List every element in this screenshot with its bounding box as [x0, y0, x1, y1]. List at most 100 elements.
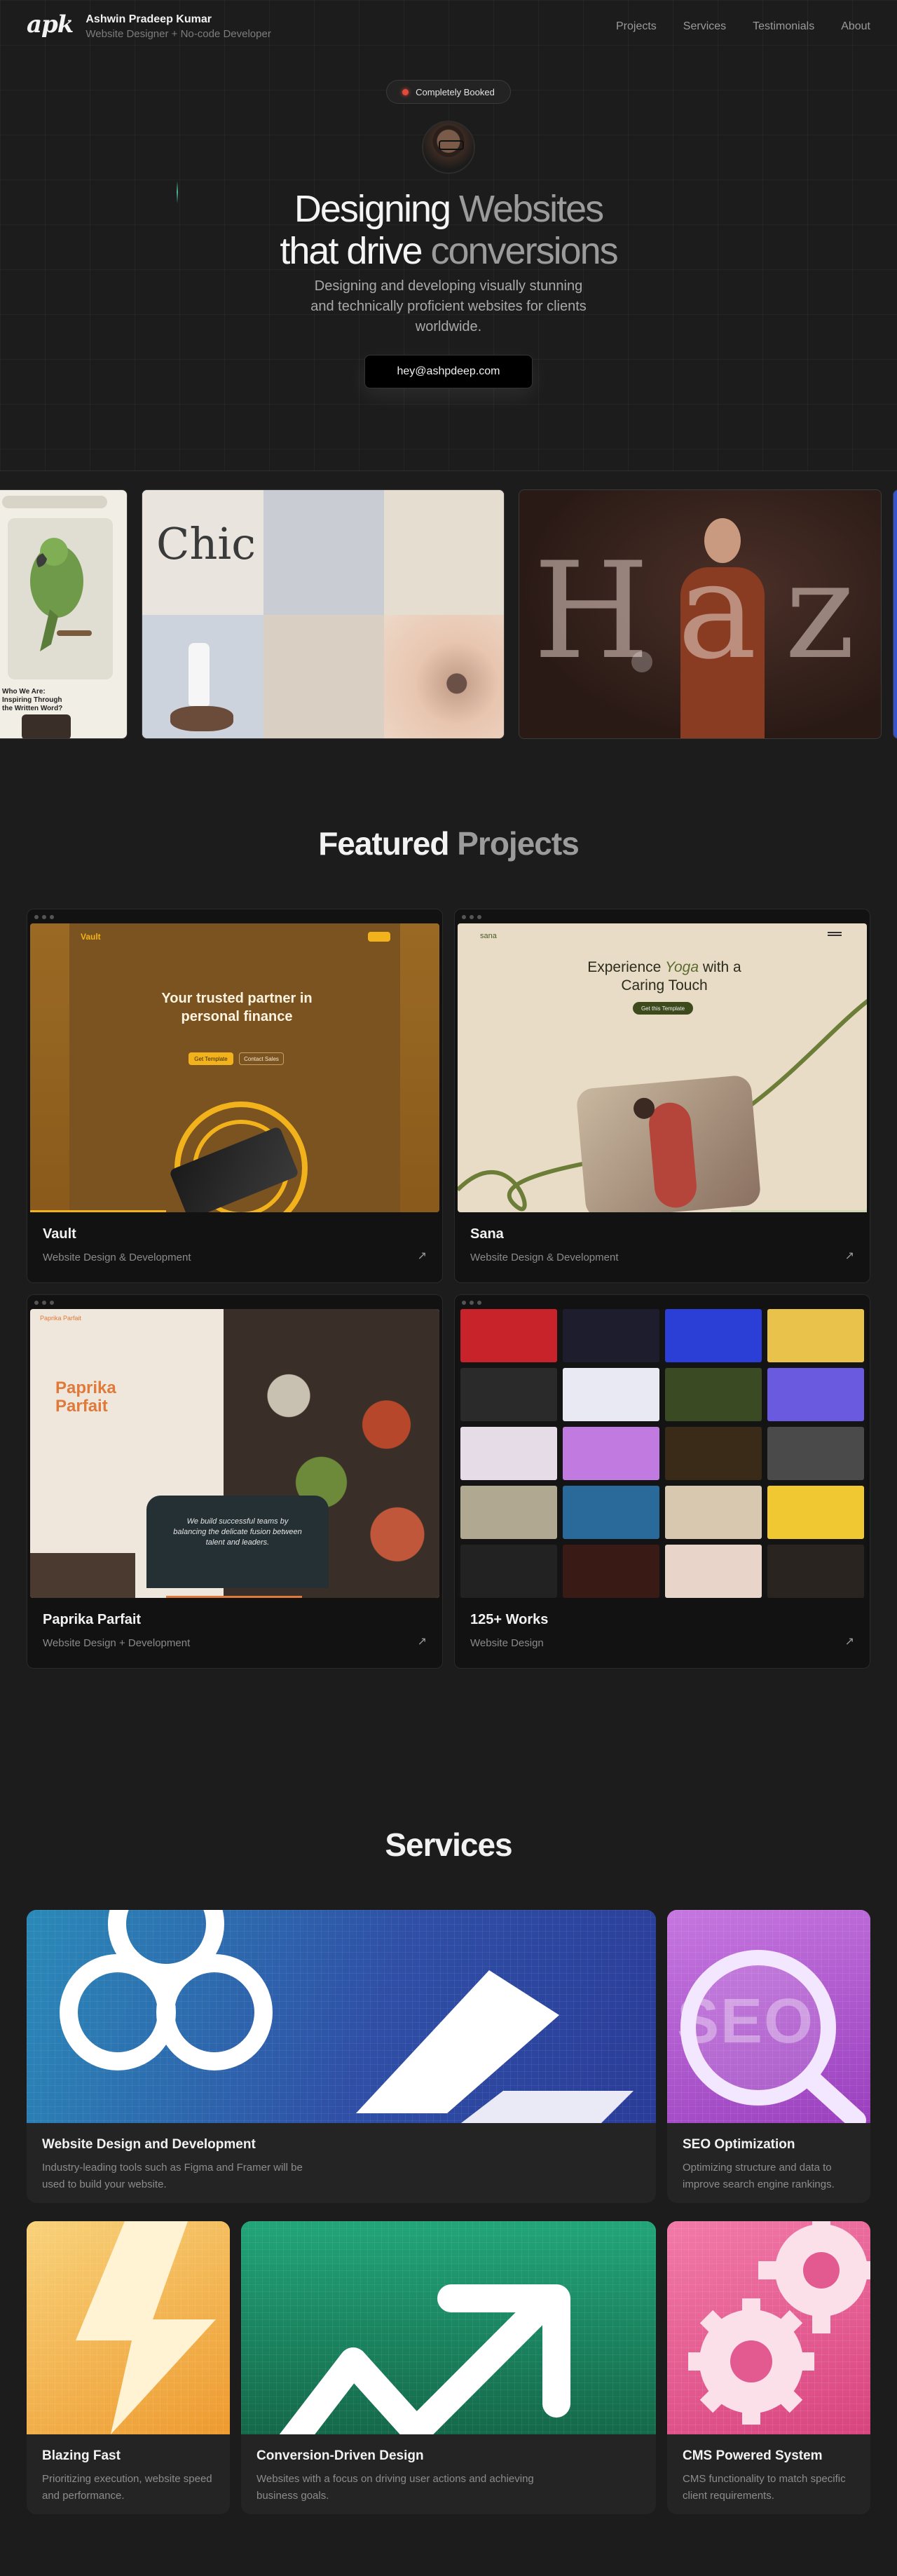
vault-preview: Vault Your trusted partner in personal f… [30, 923, 439, 1212]
service-title: Blazing Fast [42, 2448, 121, 2463]
works-tile [563, 1309, 659, 1362]
works-collage [458, 1309, 867, 1598]
projects-heading-part: Featured [318, 825, 458, 862]
brand-name: Ashwin Pradeep Kumar [85, 13, 212, 25]
service-desc: Optimizing structure and data to improve… [683, 2162, 835, 2190]
shot-bird-title: Who We Are: Inspiring Through the Writte… [2, 688, 63, 712]
project-desc: Website Design [470, 1637, 544, 1649]
hero-title-part-muted: Websites [459, 188, 604, 230]
vault-progress-bar [30, 1210, 166, 1212]
chic-tile [384, 615, 504, 738]
email-cta-button[interactable]: hey@ashpdeep.com [364, 355, 533, 388]
sana-progress-bar [731, 1210, 867, 1212]
showcase-shot-hazel[interactable]: Hazel [519, 489, 882, 739]
service-title: Website Design and Development [42, 2137, 256, 2152]
works-tile [767, 1309, 864, 1362]
project-card-paprika[interactable]: Paprika Parfait Paprika Parfait We build… [27, 1294, 443, 1669]
vault-get-template-button: Get Template [189, 1052, 233, 1065]
vault-signup-button [368, 932, 390, 942]
works-tile [665, 1427, 762, 1480]
service-card-web-design: Website Design and Development Industry-… [27, 1910, 656, 2203]
service-card-cms: CMS Powered System CMS functionality to … [667, 2221, 870, 2514]
nav-link-projects[interactable]: Projects [616, 20, 657, 33]
top-nav: apk Ashwin Pradeep Kumar Website Designe… [0, 0, 897, 53]
chic-logo-text: Chic [156, 518, 256, 569]
vault-brand: Vault [81, 932, 101, 942]
magnifier-icon [680, 1950, 866, 2123]
lightning-bolt-icon [76, 2221, 216, 2434]
works-tile [563, 1368, 659, 1421]
arrow-up-right-icon[interactable]: ↗ [845, 1634, 854, 1648]
works-tile [460, 1368, 557, 1421]
service-title: CMS Powered System [683, 2448, 823, 2463]
logo[interactable]: apk [27, 11, 74, 39]
vault-contact-sales-button: Contact Sales [239, 1052, 284, 1065]
window-dots [462, 915, 481, 919]
seo-art: SEO [667, 1910, 870, 2123]
project-card-works[interactable]: 125+ Works Website Design ↗ [454, 1294, 870, 1669]
hazel-logo-text: Hazel [533, 534, 882, 689]
arrow-up-right-icon[interactable]: ↗ [418, 1249, 427, 1263]
works-tile [767, 1486, 864, 1539]
nav-links: Projects Services Testimonials About [616, 20, 870, 33]
sana-preview: sana Experience Yoga with a Caring Touch… [458, 923, 867, 1212]
service-title: SEO Optimization [683, 2137, 795, 2152]
works-tile [665, 1368, 762, 1421]
paprika-quote: We build successful teams by balancing t… [146, 1496, 329, 1588]
paprika-photo-strip [30, 1553, 135, 1598]
works-tile [767, 1368, 864, 1421]
showcase-shot-bird[interactable]: Who We Are: Inspiring Through the Writte… [0, 489, 128, 739]
showcase-strip: Who We Are: Inspiring Through the Writte… [0, 489, 897, 739]
play-icon[interactable] [631, 651, 652, 672]
project-card-sana[interactable]: sana Experience Yoga with a Caring Touch… [454, 909, 870, 1283]
availability-badge: Completely Booked [386, 80, 511, 104]
arrow-up-right-icon[interactable]: ↗ [418, 1634, 427, 1648]
project-title: Vault [43, 1226, 76, 1242]
chic-tile [263, 490, 385, 615]
works-tile [460, 1545, 557, 1598]
status-dot-icon [402, 88, 409, 95]
showcase-shot-chic[interactable]: Chic [142, 489, 505, 739]
window-dots [34, 915, 54, 919]
service-card-fast: Blazing Fast Prioritizing execution, web… [27, 2221, 230, 2514]
sana-photo [575, 1074, 762, 1212]
service-desc: CMS functionality to match specific clie… [683, 2473, 846, 2502]
works-tile [767, 1427, 864, 1480]
works-tile [563, 1545, 659, 1598]
availability-badge-label: Completely Booked [416, 86, 495, 97]
services-heading: Services [385, 1826, 512, 1863]
project-desc: Website Design & Development [43, 1252, 191, 1263]
works-tile [665, 1309, 762, 1362]
nav-link-testimonials[interactable]: Testimonials [753, 20, 814, 33]
hero-subtitle: Designing and developing visually stunni… [310, 278, 587, 334]
works-tile [767, 1545, 864, 1598]
brand-role: Website Designer + No-code Developer [85, 28, 271, 40]
service-desc: Websites with a focus on driving user ac… [256, 2473, 534, 2502]
fast-art [27, 2221, 230, 2434]
paprika-preview: Paprika Parfait Paprika Parfait We build… [30, 1309, 439, 1598]
service-card-conversion: Conversion-Driven Design Websites with a… [241, 2221, 656, 2514]
hero-title: Designing Websites that drive conversion… [0, 188, 897, 272]
works-tile [563, 1427, 659, 1480]
trend-arrow-icon [272, 2284, 570, 2462]
works-tile [460, 1486, 557, 1539]
conversion-art [241, 2221, 656, 2462]
project-title: 125+ Works [470, 1612, 549, 1627]
service-card-seo: SEO SEO Optimization Optimizing structur… [667, 1910, 870, 2203]
paprika-brand: Paprika Parfait [40, 1315, 82, 1322]
project-title: Paprika Parfait [43, 1612, 142, 1627]
works-tile [460, 1309, 557, 1362]
paprika-heading: Paprika Parfait [55, 1378, 116, 1416]
hero-title-part: that drive [280, 230, 431, 272]
infinity-logo-icon [60, 1910, 634, 2123]
cms-art [667, 2221, 870, 2434]
nav-link-about[interactable]: About [841, 20, 870, 33]
arrow-up-right-icon[interactable]: ↗ [845, 1249, 854, 1263]
project-card-vault[interactable]: Vault Your trusted partner in personal f… [27, 909, 443, 1283]
chic-tile [384, 490, 504, 615]
works-tile [563, 1486, 659, 1539]
service-desc: Prioritizing execution, website speed an… [42, 2473, 212, 2502]
projects-heading-part-muted: Projects [457, 825, 580, 862]
project-desc: Website Design + Development [43, 1637, 191, 1649]
nav-link-services[interactable]: Services [683, 20, 726, 33]
